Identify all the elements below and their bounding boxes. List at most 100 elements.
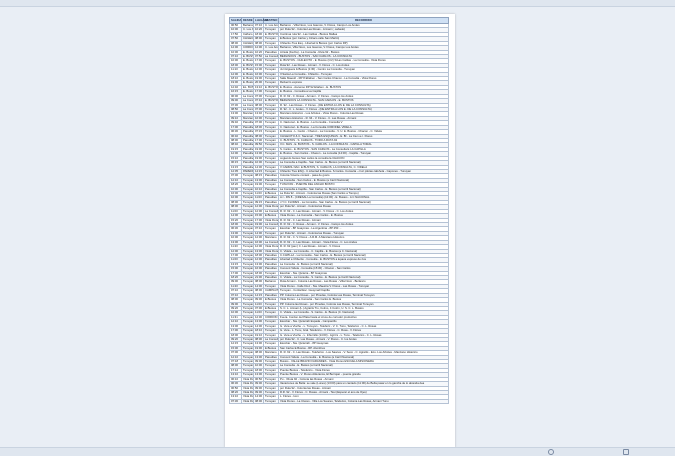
cell-desde: Tunuyan	[241, 230, 254, 237]
cell-desde: Tunuyan	[241, 341, 254, 347]
cell-desde: CHILECITO	[241, 36, 254, 42]
cell-desde: Tunuyan	[241, 226, 254, 232]
cell-desde: Tunuyan	[241, 332, 254, 339]
cell-desde: La Consulta	[241, 102, 254, 109]
cell-desde: Tunuyan	[241, 345, 254, 352]
table-body: 06:50Berlanco07:10C. Los AndesBerlanco -…	[229, 22, 449, 405]
cell-destino: CORDON	[263, 314, 279, 321]
cell-desde: Tunuyan	[241, 363, 254, 369]
cell-desde: Vista Flores	[241, 376, 254, 383]
cell-desde: Paredites	[241, 164, 254, 170]
cell-destino: La Consulta	[263, 239, 279, 246]
cell-desde: Tunuyan	[241, 221, 254, 228]
cell-desde: Tunuyan	[241, 310, 254, 316]
cell-desde: Tunuyan	[241, 350, 254, 356]
cell-llegada: 08:00	[253, 398, 264, 405]
cell-desde: PAREDITAS	[241, 168, 254, 175]
cell-destino: Paredites	[263, 173, 279, 179]
cell-destino: Paredites	[263, 195, 279, 201]
cell-desde: Tunuyan	[241, 301, 254, 308]
cell-desde: C. Los Andes	[241, 27, 254, 33]
cell-desde: Berlanco	[241, 22, 254, 29]
cell-desde: E. Bustos	[241, 58, 254, 64]
cell-destino: Paredites	[263, 199, 279, 206]
cell-destino: E. BUSTOS	[263, 84, 279, 91]
cell-desde: Tunuyan	[241, 177, 254, 184]
cell-desde: Tunuyan	[241, 173, 254, 179]
cell-desde: E. Bustos	[241, 89, 254, 95]
cell-destino: C. Los Andes	[263, 45, 279, 51]
cell-desde: Tunuyan	[241, 244, 254, 250]
cell-desde: Tunuyan	[241, 252, 254, 259]
cell-desde: E. BUSTOS	[241, 62, 254, 69]
document-page: SALIDA DESDE LLEGADA DESTINO RECORRIDO 0…	[225, 14, 455, 448]
cell-destino: La Consulta	[263, 208, 279, 215]
cell-desde: Tunuyan	[241, 323, 254, 330]
cell-desde: Tunuyan	[241, 217, 254, 224]
cell-destino: Vista Flores	[263, 248, 279, 254]
cell-desde: CORDON	[241, 45, 254, 51]
cell-destino: La Consulta	[263, 221, 279, 228]
cell-desde: Tunuyan	[241, 239, 254, 246]
cell-desde: Tunuyan	[241, 314, 254, 321]
cell-desde: Tunuyan	[241, 248, 254, 254]
cell-destino: Vista Flores	[263, 204, 279, 210]
cell-desde: Tunuyan	[241, 283, 254, 290]
cell-desde: Tunuyan	[241, 199, 254, 206]
cell-desde: La Consulta	[241, 106, 254, 113]
cell-destino: Paredites	[263, 177, 279, 184]
cell-destino: Paredites	[263, 261, 279, 268]
cell-desde: Tunuyan	[241, 213, 254, 219]
cell-destino: Paredites	[263, 257, 279, 263]
cell-destino: Manzano	[263, 350, 279, 356]
cell-desde: Tunuyan	[241, 288, 254, 294]
cell-destino: Paredites	[263, 354, 279, 361]
cell-desde: EL. BUSTOS	[241, 84, 254, 91]
cell-desde: Tunuyan	[241, 279, 254, 285]
cell-desde: E. Bustos	[241, 76, 254, 82]
cell-desde: Tunuyan	[241, 266, 254, 272]
cell-destino: C. Los Andes	[263, 22, 279, 29]
cell-desde: Tunuyan	[241, 208, 254, 215]
cell-desde: Paredites	[241, 155, 254, 162]
cell-desde: E. Bustos	[241, 67, 254, 73]
cell-desde: Tunuyan	[241, 305, 254, 312]
cell-desde: Tunuyan	[241, 186, 254, 193]
cell-desde: Tunuyan	[241, 182, 254, 188]
cell-destino: Paredites	[263, 252, 279, 259]
cell-desde: Vista Flores	[241, 398, 254, 405]
cell-desde: Paredites	[241, 160, 254, 166]
cell-destino: E. BUSTOS	[263, 98, 279, 104]
cell-desde: Tunuyan	[241, 190, 254, 197]
cell-salida: 07:30	[229, 398, 242, 405]
cell-desde: E. Bustos	[241, 71, 254, 78]
cell-destino: Tunuyan	[263, 398, 279, 405]
cell-destino: E. BUSTOS	[263, 31, 279, 38]
cell-desde: CHILECITO	[241, 40, 254, 47]
cell-destino: Manzano	[263, 235, 279, 241]
page-view-icon[interactable]	[623, 449, 629, 455]
cell-desde: E. Bustos	[241, 49, 254, 56]
cell-desde: Vista Flores	[241, 389, 254, 396]
cell-destino: La Consulta	[263, 53, 279, 60]
cell-destino: Vista Flores	[263, 244, 279, 250]
zoom-circle-icon[interactable]	[548, 449, 554, 455]
cell-destino: Paredites	[263, 266, 279, 272]
cell-destino: La Consulta	[263, 336, 279, 343]
cell-desde: Tunuyan	[241, 359, 254, 365]
cell-desde: La Consulta	[241, 93, 254, 100]
cell-destino: Vista Flores	[263, 217, 279, 224]
cell-desde: Manzano	[241, 111, 254, 117]
cell-desde: Tunuyan	[241, 292, 254, 299]
top-toolbar	[0, 0, 675, 7]
cell-desde: Paredites	[241, 142, 254, 148]
cell-desde: Paredites	[241, 137, 254, 144]
cell-desde: Vista Flores	[241, 394, 254, 400]
cell-desde: Tunuyan	[241, 257, 254, 263]
cell-desde: E. BUSTOS	[241, 53, 254, 60]
cell-desde: Tunuyan	[241, 204, 254, 210]
cell-desde: Paredites	[241, 133, 254, 140]
cell-destino: Paredites	[263, 49, 279, 56]
cell-desde: Tunuyan	[241, 372, 254, 378]
cell-desde: Tunuyan	[241, 297, 254, 303]
